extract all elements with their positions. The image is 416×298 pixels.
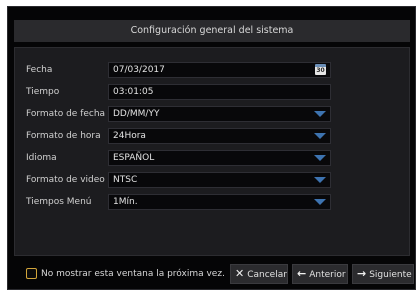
row-fecha: Fecha 07/03/2017 30 [15, 62, 409, 78]
chevron-down-icon[interactable] [314, 155, 326, 161]
row-formato-hora: Formato de hora 24Hora [15, 128, 409, 144]
date-value: 07/03/2017 [113, 65, 165, 75]
menu-timeout-value: 1Mín. [113, 197, 138, 207]
arrow-right-icon: → [357, 267, 367, 280]
language-select[interactable]: ESPAÑOL [108, 150, 331, 166]
chevron-down-icon[interactable] [314, 177, 326, 183]
time-format-value: 24Hora [113, 131, 146, 141]
language-value: ESPAÑOL [113, 153, 155, 163]
next-button[interactable]: → Siguiente [352, 264, 414, 284]
date-format-select[interactable]: DD/MM/YY [108, 106, 331, 122]
fecha-label: Fecha [26, 65, 53, 75]
row-formato-fecha: Formato de fecha DD/MM/YY [15, 106, 409, 122]
close-icon: ✕ [235, 267, 245, 280]
previous-button[interactable]: ← Anterior [292, 264, 348, 284]
row-formato-video: Formato de video NTSC [15, 172, 409, 188]
chevron-down-icon[interactable] [314, 133, 326, 139]
cancel-label: Cancelar [247, 270, 287, 280]
video-format-select[interactable]: NTSC [108, 172, 331, 188]
next-label: Siguiente [369, 270, 412, 280]
calendar-icon[interactable]: 30 [315, 64, 326, 75]
dont-show-checkbox[interactable] [26, 268, 37, 279]
arrow-left-icon: ← [297, 267, 307, 280]
chevron-down-icon[interactable] [314, 199, 326, 205]
date-format-value: DD/MM/YY [113, 109, 160, 119]
tiempo-label: Tiempo [26, 87, 60, 97]
formato-video-label: Formato de video [26, 175, 105, 185]
dont-show-label[interactable]: No mostrar esta ventana la próxima vez. [41, 263, 225, 285]
date-field[interactable]: 07/03/2017 30 [108, 62, 331, 78]
row-idioma: Idioma ESPAÑOL [15, 150, 409, 166]
formato-fecha-label: Formato de fecha [26, 109, 106, 119]
dialog-footer: No mostrar esta ventana la próxima vez. … [8, 263, 415, 285]
dialog-title: Configuración general del sistema [14, 20, 410, 42]
idioma-label: Idioma [26, 153, 57, 163]
cancel-button[interactable]: ✕ Cancelar [230, 264, 288, 284]
time-format-select[interactable]: 24Hora [108, 128, 331, 144]
settings-panel: Fecha 07/03/2017 30 Tiempo 03:01:05 Form… [14, 47, 410, 256]
settings-dialog: Configuración general del sistema Fecha … [7, 6, 416, 290]
video-format-value: NTSC [113, 175, 138, 185]
menu-timeout-select[interactable]: 1Mín. [108, 194, 331, 210]
time-field[interactable]: 03:01:05 [108, 84, 331, 100]
row-tiempo: Tiempo 03:01:05 [15, 84, 409, 100]
time-value: 03:01:05 [113, 87, 154, 97]
previous-label: Anterior [309, 270, 346, 280]
row-tiempos-menu: Tiempos Menú 1Mín. [15, 194, 409, 210]
formato-hora-label: Formato de hora [26, 131, 101, 141]
chevron-down-icon[interactable] [314, 111, 326, 117]
tiempos-menu-label: Tiempos Menú [26, 197, 92, 207]
